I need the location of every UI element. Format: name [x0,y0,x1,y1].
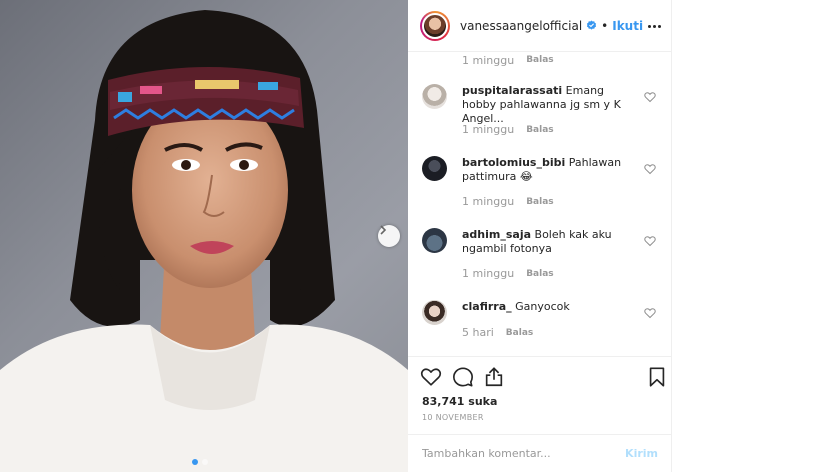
comment-meta: 1 minggu Balas [462,267,554,280]
comment-text: puspitalarassati Emang hobby pahlawanna … [462,84,627,126]
comment-text: adhim_saja Boleh kak aku ngambil fotonya [462,228,627,256]
next-arrow-icon [380,225,387,235]
follow-button[interactable]: Ikuti [612,19,643,33]
heart-icon[interactable] [644,307,656,319]
post-header: vanessaangelofficial • Ikuti [408,0,672,52]
portrait-image [0,10,408,472]
heart-icon[interactable] [644,235,656,247]
comment-time: 1 minggu [462,123,515,136]
next-image-button[interactable] [378,225,400,247]
comment-username[interactable]: adhim_saja [462,228,531,241]
comments-list[interactable]: 1 minggu Balas puspitalarassati Emang ho… [408,52,672,356]
comment-input[interactable] [422,447,626,460]
carousel-dot [202,459,208,465]
comment-username[interactable]: clafirra_ [462,300,512,313]
reply-button[interactable]: Balas [526,269,553,279]
post-comment-button[interactable]: Kirim [625,447,658,460]
more-options-icon[interactable] [644,16,664,36]
comment-username[interactable]: puspitalarassati [462,84,562,97]
comment-content: Ganyocok [515,300,570,313]
bookmark-icon[interactable] [646,366,668,388]
comment-meta: 1 minggu Balas [462,195,554,208]
comment-meta: 5 hari Balas [462,326,533,339]
comment-meta: 1 minggu Balas [462,123,554,136]
commenter-avatar[interactable] [422,84,447,109]
comment-icon[interactable] [452,366,474,388]
comment-time: 1 minggu [462,53,515,67]
carousel-dot-active [192,459,198,465]
share-icon[interactable] [483,366,505,388]
comment-username[interactable]: bartolomius_bibi [462,156,565,169]
comment-time: 1 minggu [462,195,515,208]
post-date: 10 NOVEMBER [422,413,484,422]
author-avatar[interactable] [420,10,450,41]
reply-button[interactable]: Balas [506,328,533,338]
carousel-indicator [192,459,208,465]
commenter-avatar[interactable] [422,228,447,253]
heart-icon[interactable] [644,163,656,175]
heart-icon[interactable] [644,91,656,103]
verified-icon [587,20,597,30]
header-separator: • [601,18,609,33]
reply-button[interactable]: Balas [526,55,553,65]
comment-meta: 1 minggu Balas [462,52,554,68]
post-photo[interactable] [0,0,408,472]
comment-time: 1 minggu [462,267,515,280]
comment-time: 5 hari [462,326,494,339]
comment-text: bartolomius_bibi Pahlawan pattimura 😂 [462,156,627,184]
divider [408,356,672,357]
comment-text: clafirra_ Ganyocok [462,300,627,314]
comment-composer: Kirim [408,434,672,472]
action-bar [420,366,668,390]
commenter-avatar[interactable] [422,156,447,181]
author-username[interactable]: vanessaangelofficial [460,19,582,33]
likes-count[interactable]: 83,741 suka [422,395,497,408]
post-panel: vanessaangelofficial • Ikuti 1 minggu Ba… [408,0,672,472]
heart-icon[interactable] [420,366,442,388]
reply-button[interactable]: Balas [526,197,553,207]
reply-button[interactable]: Balas [526,125,553,135]
commenter-avatar[interactable] [422,300,447,325]
